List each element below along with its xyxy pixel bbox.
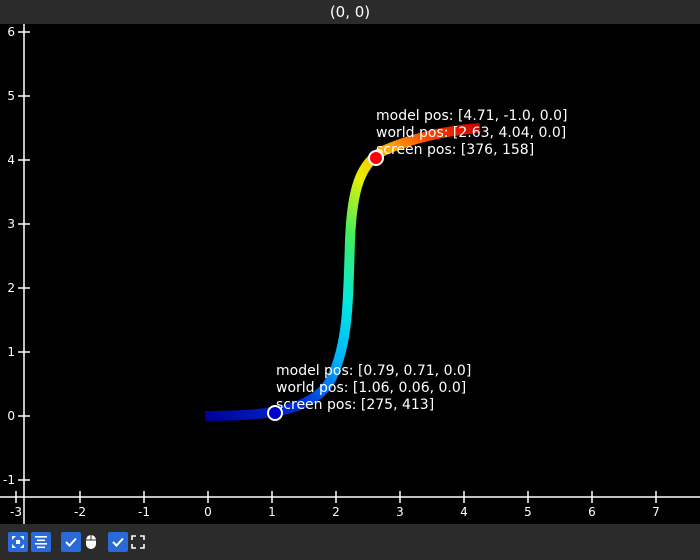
window-title-bar: (0, 0) (0, 0, 700, 24)
start-marker-world-pos: world pos: [1.06, 0.06, 0.0] (276, 380, 466, 396)
x-tick-label: 2 (332, 505, 340, 519)
pan-zoom-icon (12, 536, 24, 548)
pan-zoom-button[interactable] (8, 532, 28, 552)
plot-area[interactable]: -1 0 1 2 3 4 5 6 -3 -2 -1 0 1 2 3 4 5 6 … (0, 24, 700, 524)
y-tick-label: 3 (7, 217, 15, 231)
mouse-icon (86, 535, 96, 549)
y-tick-label: 2 (7, 281, 15, 295)
start-marker-model-pos: model pos: [0.79, 0.71, 0.0] (276, 363, 471, 379)
fullscreen-button[interactable] (131, 532, 145, 552)
align-center-button[interactable] (31, 532, 51, 552)
toggle-checkbox-1[interactable] (61, 532, 81, 552)
y-tick-label: 6 (7, 25, 15, 39)
end-marker-world-pos: world pos: [2.63, 4.04, 0.0] (376, 125, 566, 141)
align-center-icon (35, 536, 47, 549)
x-tick-label: 5 (524, 505, 532, 519)
x-tick-label: -3 (10, 505, 22, 519)
toolbar (0, 524, 700, 560)
toggle-checkbox-2[interactable] (108, 532, 128, 552)
x-tick-label: -2 (74, 505, 86, 519)
checkbox-icon (112, 537, 124, 547)
y-tick-label: 4 (7, 153, 15, 167)
x-tick-label: -1 (138, 505, 150, 519)
x-tick-label: 3 (396, 505, 404, 519)
mouse-toggle[interactable] (84, 532, 98, 552)
window-title: (0, 0) (329, 3, 371, 21)
start-marker[interactable] (267, 405, 283, 421)
plot-canvas[interactable]: -1 0 1 2 3 4 5 6 -3 -2 -1 0 1 2 3 4 5 6 … (0, 24, 700, 524)
end-marker[interactable] (368, 150, 384, 166)
end-marker-model-pos: model pos: [4.71, -1.0, 0.0] (376, 108, 567, 124)
x-tick-label: 4 (460, 505, 468, 519)
x-tick-label: 7 (652, 505, 660, 519)
y-tick-label: 0 (7, 409, 15, 423)
y-tick-label: -1 (3, 473, 15, 487)
checkbox-icon (65, 537, 77, 547)
fullscreen-icon (131, 535, 145, 549)
y-tick-label: 5 (7, 89, 15, 103)
x-tick-label: 0 (204, 505, 212, 519)
end-marker-screen-pos: screen pos: [376, 158] (376, 142, 534, 158)
x-tick-label: 1 (268, 505, 276, 519)
y-tick-label: 1 (7, 345, 15, 359)
start-marker-screen-pos: screen pos: [275, 413] (276, 397, 434, 413)
x-tick-label: 6 (588, 505, 596, 519)
